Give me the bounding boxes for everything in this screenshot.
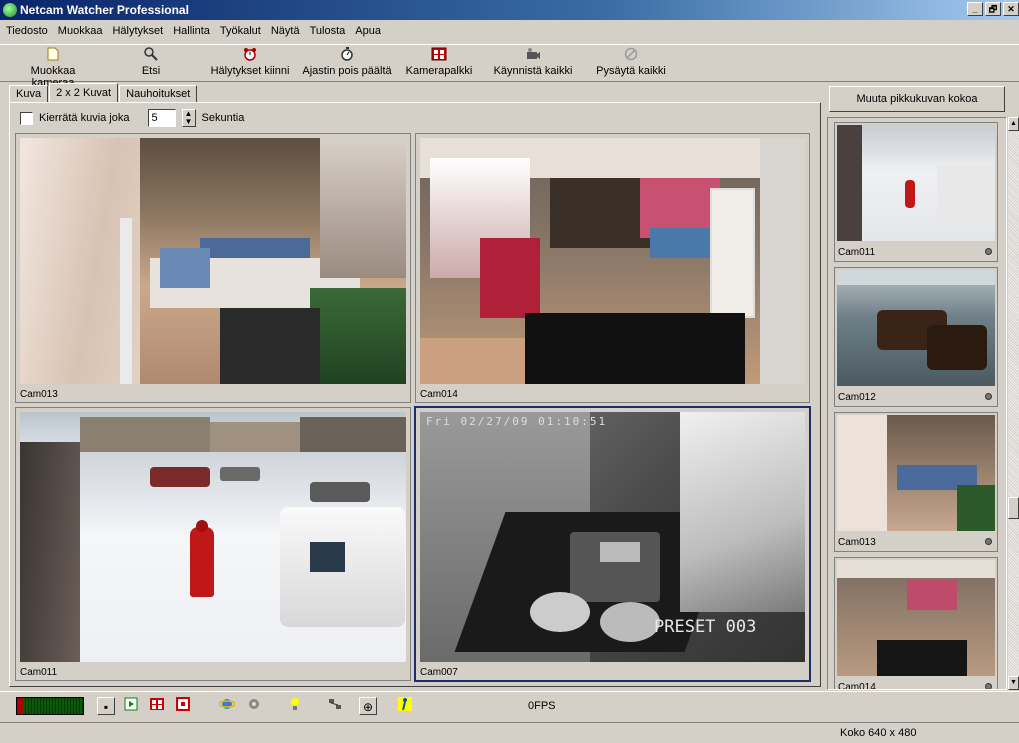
menu-halytykset[interactable]: Hälytykset [112, 25, 163, 37]
search-button[interactable]: Etsi [126, 47, 176, 77]
restore-button[interactable]: 🗗 [985, 2, 1001, 16]
tab-nauhoitukset[interactable]: Nauhoitukset [119, 85, 198, 103]
play-icon[interactable] [122, 697, 140, 715]
timestamp-overlay: Fri 02/27/09 01:10:51 [426, 415, 608, 428]
minimize-button[interactable]: _ [967, 2, 983, 16]
menu-muokkaa[interactable]: Muokkaa [58, 25, 103, 37]
status-bar: Koko 640 x 480 [0, 722, 1019, 743]
title-bar: Netcam Watcher Professional _ 🗗 ✕ [0, 0, 1019, 20]
record-icon[interactable] [174, 697, 192, 715]
scroll-down-button[interactable]: ▼ [1008, 676, 1019, 690]
rotate-seconds-input[interactable]: 5 [147, 109, 176, 127]
rotate-label: Kierrätä kuvia joka [39, 112, 130, 124]
fps-indicator: 0FPS [528, 700, 556, 712]
camera-image [20, 138, 406, 384]
tab-2x2[interactable]: 2 x 2 Kuvat [49, 83, 119, 103]
thumbnail-image [837, 125, 995, 241]
menu-tyokalut[interactable]: Työkalut [220, 25, 261, 37]
window-title: Netcam Watcher Professional [20, 3, 189, 17]
camera-label: Cam014 [420, 389, 458, 400]
camera-bar-icon [404, 47, 474, 65]
bottom-toolbar: ▪ ⊕ 0FPS [0, 691, 1019, 719]
camera-image: Fri 02/27/09 01:10:51 PRESET 003 [420, 412, 805, 662]
stop-all-button[interactable]: Pysäytä kaikki [593, 47, 669, 77]
tab-strip: Kuva 2 x 2 Kuvat Nauhoitukset [9, 83, 198, 103]
rotate-spinner[interactable]: ▲ ▼ [181, 109, 196, 127]
browser-icon[interactable] [218, 697, 236, 715]
close-button[interactable]: ✕ [1003, 2, 1019, 16]
image-size: Koko 640 x 480 [840, 727, 917, 739]
fullscreen-icon[interactable]: ⊕ [359, 697, 377, 715]
timer-off-button[interactable]: Ajastin pois päältä [297, 47, 397, 77]
rotate-unit: Sekuntia [201, 112, 245, 124]
tab-kuva[interactable]: Kuva [9, 85, 49, 103]
settings-icon[interactable] [245, 697, 263, 715]
thumbnail-label: Cam012 [838, 392, 876, 403]
menu-hallinta[interactable]: Hallinta [173, 25, 210, 37]
menu-apua[interactable]: Apua [355, 25, 381, 37]
thumbnail-cam012[interactable]: Cam012 [834, 267, 998, 407]
thumbnail-image [837, 270, 995, 386]
status-dot-icon [985, 538, 992, 545]
single-view-icon[interactable]: ▪ [97, 697, 115, 715]
camera-image [20, 412, 406, 662]
thumbnail-cam011[interactable]: Cam011 [834, 122, 998, 262]
thumbnail-panel: Cam011 Cam012 Cam013 Cam014 [827, 117, 1007, 690]
camera-label: Cam011 [20, 667, 58, 678]
resize-thumbnails-button[interactable]: Muuta pikkukuvan kokoa [829, 86, 1005, 112]
camera-label: Cam007 [420, 667, 458, 678]
status-dot-icon [985, 393, 992, 400]
status-dot-icon [985, 683, 992, 689]
camera-grid-icon[interactable] [148, 697, 166, 715]
menu-nayta[interactable]: Näytä [271, 25, 300, 37]
thumbnail-scrollbar[interactable]: ▲ ▼ [1008, 117, 1019, 690]
toolbar: Muokkaa kameraa Etsi Hälytykset kiinni A… [0, 44, 1019, 89]
app-icon [3, 3, 17, 17]
camera-tile-cam007[interactable]: Fri 02/27/09 01:10:51 PRESET 003 Cam007 [414, 406, 811, 682]
camera-bar-button[interactable]: Kamerapalkki [404, 47, 474, 77]
menu-tiedosto[interactable]: Tiedosto [6, 25, 48, 37]
rotate-controls: Kierrätä kuvia joka 5 ▲ ▼ Sekuntia [20, 109, 244, 127]
audio-level-meter [16, 697, 84, 715]
thumbnail-label: Cam011 [838, 247, 876, 258]
magnifier-icon [126, 47, 176, 65]
thumbnail-label: Cam014 [838, 682, 876, 690]
preset-overlay: PRESET 003 [654, 617, 757, 637]
rotate-checkbox[interactable] [20, 111, 33, 125]
camera-start-icon [493, 47, 573, 65]
camera-tile-cam014[interactable]: Cam014 [415, 133, 810, 403]
scroll-up-button[interactable]: ▲ [1008, 117, 1019, 131]
camera-image [420, 138, 805, 384]
thumbnail-label: Cam013 [838, 537, 876, 548]
network-icon[interactable] [326, 697, 344, 715]
page-icon [8, 47, 98, 65]
thumbnail-image [837, 415, 995, 531]
status-dot-icon [985, 248, 992, 255]
thumbnail-cam014[interactable]: Cam014 [834, 557, 998, 690]
alarms-off-button[interactable]: Hälytykset kiinni [205, 47, 295, 77]
menu-bar: Tiedosto Muokkaa Hälytykset Hallinta Työ… [0, 21, 381, 41]
timer-icon [297, 47, 397, 65]
camera-tile-cam011[interactable]: Cam011 [15, 407, 411, 681]
scroll-thumb[interactable] [1008, 497, 1019, 519]
stop-icon [593, 47, 669, 65]
camera-label: Cam013 [20, 389, 58, 400]
light-bulb-icon[interactable] [286, 697, 304, 715]
motion-detection-icon[interactable] [396, 697, 414, 715]
menu-tulosta[interactable]: Tulosta [310, 25, 346, 37]
thumbnail-image [837, 560, 995, 676]
alarm-clock-icon [205, 47, 295, 65]
start-all-button[interactable]: Käynnistä kaikki [493, 47, 573, 77]
thumbnail-cam013[interactable]: Cam013 [834, 412, 998, 552]
camera-tile-cam013[interactable]: Cam013 [15, 133, 411, 403]
